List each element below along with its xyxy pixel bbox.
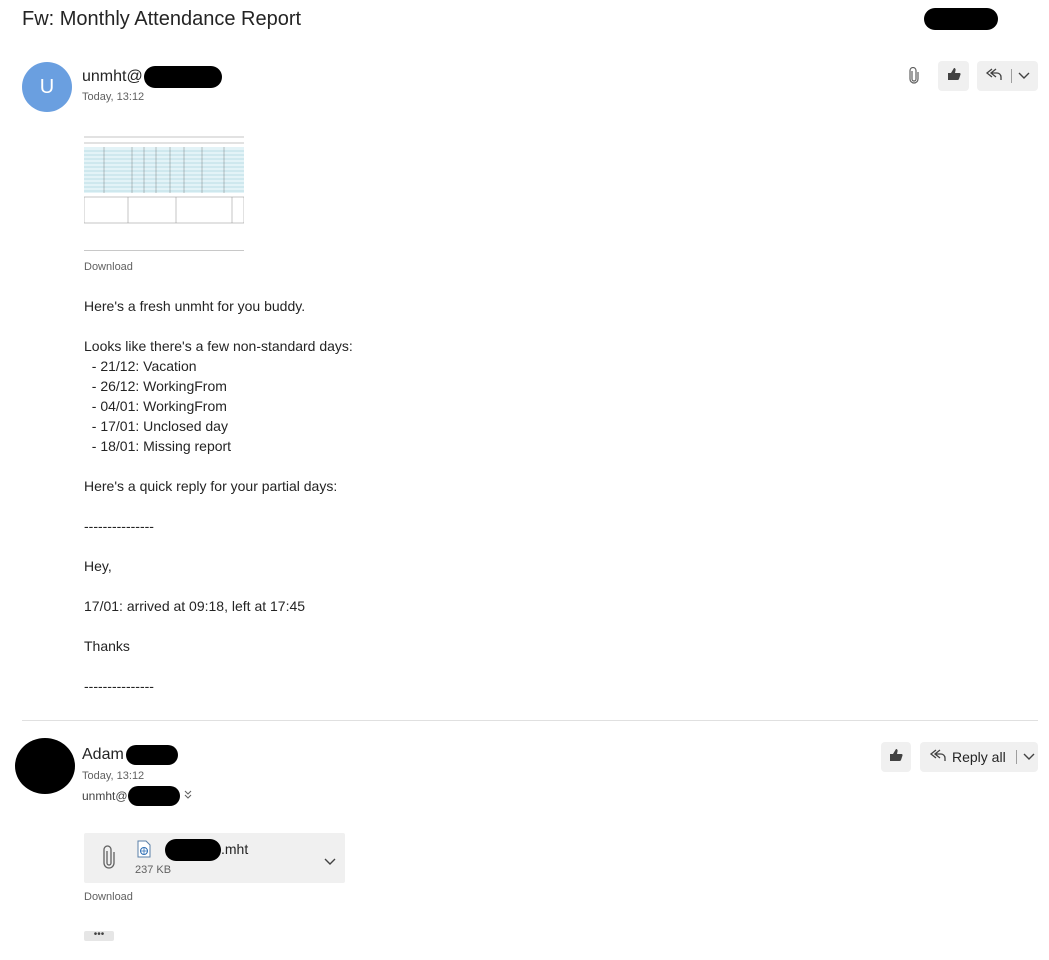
message-time: Today, 13:12 <box>82 91 145 103</box>
reply-all-label: Reply all <box>952 749 1006 765</box>
body-line: Thanks <box>84 638 130 654</box>
body-line: --------------- <box>84 678 154 694</box>
body-line: Hey, <box>84 558 112 574</box>
body-line: - 04/01: WorkingFrom <box>84 398 227 414</box>
reply-all-button[interactable]: Reply all <box>920 742 1038 772</box>
attachment-size: 237 KB <box>135 864 172 876</box>
body-line: Here's a quick reply for your partial da… <box>84 478 338 494</box>
recipient-line[interactable]: unmht@ <box>82 786 192 806</box>
file-web-icon <box>136 840 152 863</box>
paperclip-icon <box>907 66 921 88</box>
body-line: 17/01: arrived at 09:18, left at 17:45 <box>84 598 306 614</box>
body-line: - 17/01: Unclosed day <box>84 418 228 434</box>
reply-all-button[interactable] <box>977 61 1038 91</box>
like-button[interactable] <box>938 61 969 91</box>
chevron-down-icon[interactable] <box>1018 67 1030 85</box>
avatar[interactable]: U <box>22 62 72 112</box>
show-more-button[interactable]: ••• <box>84 930 114 941</box>
body-line <box>84 616 784 636</box>
email-subject: Fw: Monthly Attendance Report <box>22 8 302 30</box>
body-line: --------------- <box>84 518 154 534</box>
message-body: Here's a fresh unmht for you buddy. Look… <box>84 296 784 696</box>
divider <box>1011 69 1012 83</box>
body-line <box>84 456 784 476</box>
body-line: - 26/12: WorkingFrom <box>84 378 227 394</box>
sender-name[interactable]: Adam <box>82 745 178 765</box>
reply-all-icon <box>929 747 947 768</box>
redacted-email <box>143 66 222 88</box>
like-button[interactable] <box>881 742 911 772</box>
body-line <box>84 536 784 556</box>
body-line <box>84 656 784 676</box>
sender-name[interactable]: unmht@ <box>82 66 222 88</box>
reply-all-icon <box>985 66 1003 87</box>
body-line: - 18/01: Missing report <box>84 438 232 454</box>
chevron-down-icon[interactable] <box>1023 748 1035 766</box>
attachment-card[interactable]: .mht 237 KB <box>84 833 345 883</box>
recipient-email-prefix: unmht@ <box>82 789 128 803</box>
body-line <box>84 576 784 596</box>
sender-email-prefix: unmht@ <box>82 68 143 85</box>
divider <box>1015 750 1017 764</box>
body-line: - 21/12: Vacation <box>84 358 197 374</box>
body-line <box>84 316 784 336</box>
attachment-name: .mht <box>221 841 249 857</box>
message-divider <box>22 720 1038 721</box>
thumbs-up-icon <box>946 66 962 87</box>
download-link[interactable]: Download <box>84 261 133 273</box>
body-line: Looks like there's a few non-standard da… <box>84 338 353 354</box>
chevron-down-icon[interactable] <box>324 853 336 871</box>
redacted-surname <box>125 745 178 765</box>
sender-first-name: Adam <box>82 746 124 763</box>
redacted-email <box>127 786 180 806</box>
message-time: Today, 13:12 <box>82 770 145 782</box>
body-line <box>84 496 784 516</box>
expand-recipients-icon[interactable] <box>184 789 192 803</box>
avatar[interactable] <box>15 738 75 794</box>
redacted-filename <box>165 839 221 861</box>
download-link[interactable]: Download <box>84 891 133 903</box>
thumbs-up-icon <box>888 747 904 768</box>
attachment-thumbnail[interactable] <box>83 133 245 251</box>
avatar-initial: U <box>39 75 55 98</box>
redacted-user <box>924 8 998 30</box>
paperclip-icon <box>102 845 116 876</box>
body-line: Here's a fresh unmht for you buddy. <box>84 298 306 314</box>
